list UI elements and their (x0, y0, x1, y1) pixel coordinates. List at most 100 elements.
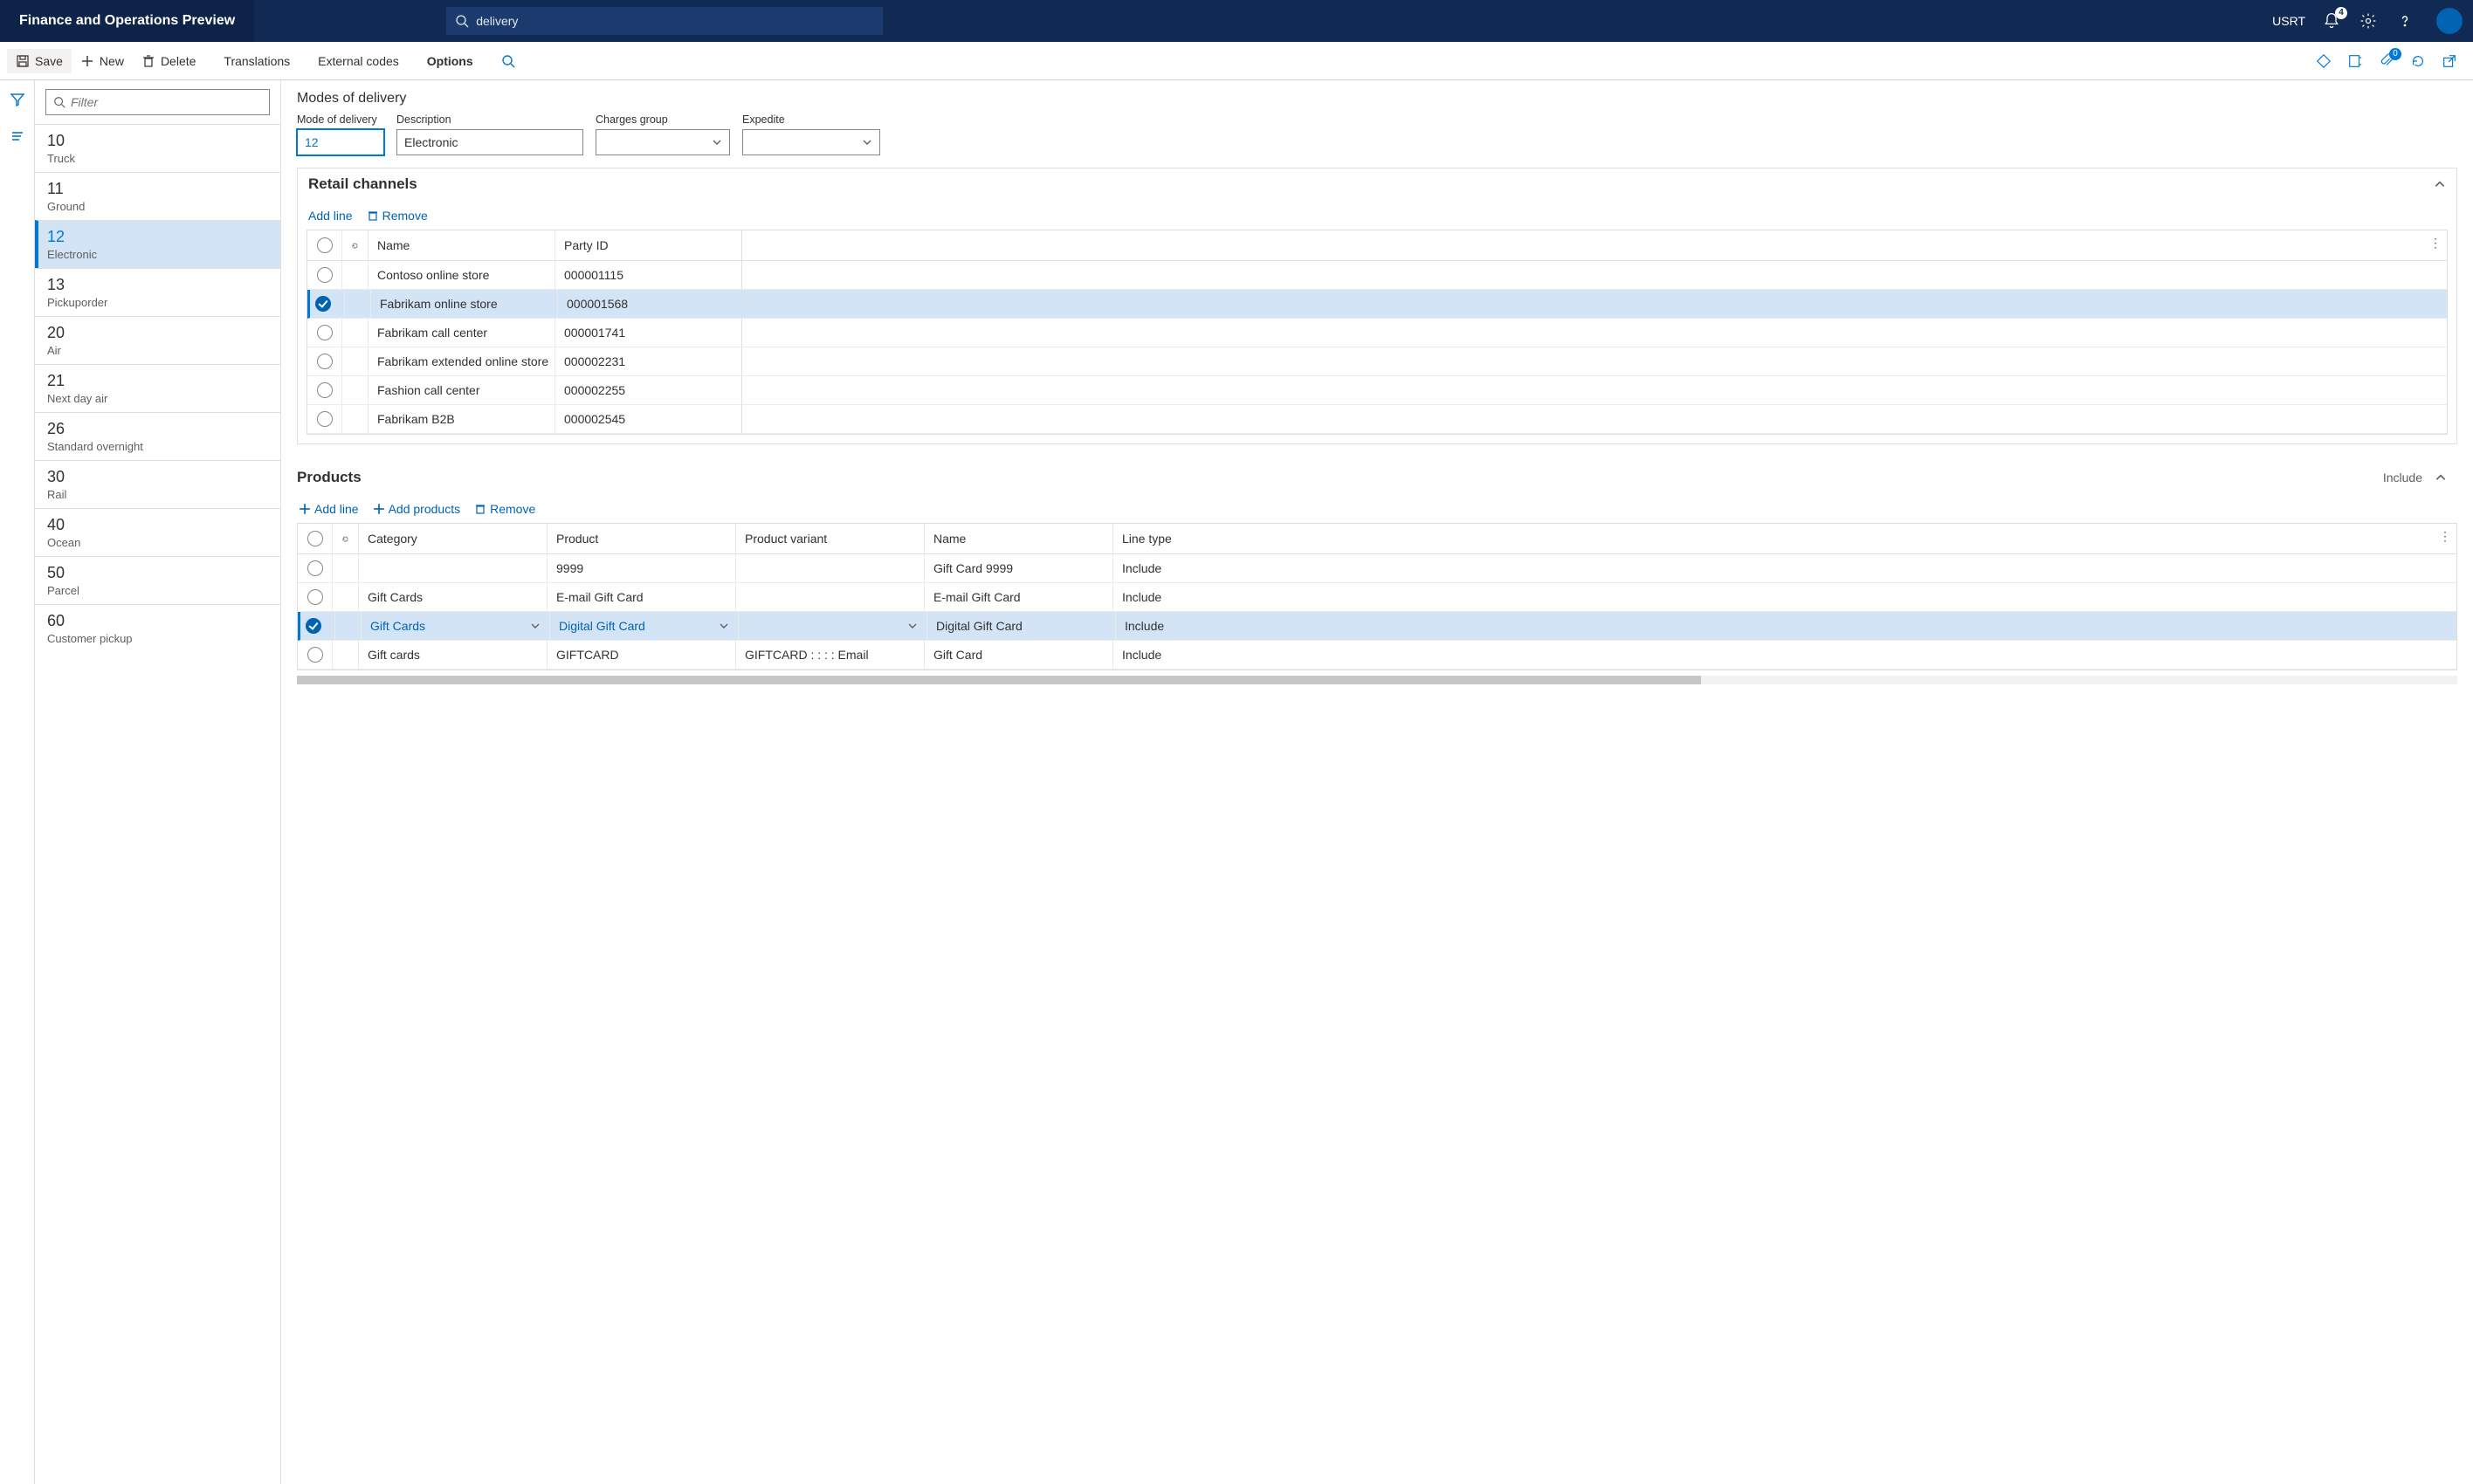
table-row[interactable]: Fabrikam online store 000001568 (307, 290, 2447, 319)
p-col-refresh[interactable] (333, 524, 359, 553)
table-row[interactable]: Fashion call center 000002255 (307, 376, 2447, 405)
table-row[interactable]: Fabrikam B2B 000002545 (307, 405, 2447, 434)
products-header[interactable]: Products Include (297, 462, 2457, 493)
rc-name-cell[interactable]: Contoso online store (369, 261, 555, 289)
row-select[interactable] (300, 612, 335, 640)
popout-button[interactable] (2440, 52, 2459, 71)
p-col-variant[interactable]: Product variant (736, 524, 925, 553)
rc-name-cell[interactable]: Fabrikam B2B (369, 405, 555, 433)
translations-button[interactable]: Translations (215, 49, 299, 73)
rc-name-cell[interactable]: Fabrikam online store (371, 290, 558, 318)
expedite-dropdown[interactable] (742, 129, 880, 155)
row-select[interactable] (307, 405, 342, 433)
retail-channels-header[interactable]: Retail channels (298, 168, 2456, 200)
row-select[interactable] (298, 641, 333, 669)
p-product-cell[interactable]: 9999 (548, 554, 736, 582)
rc-name-cell[interactable]: Fabrikam extended online store (369, 347, 555, 375)
table-row[interactable]: Fabrikam call center 000001741 (307, 319, 2447, 347)
office-button[interactable] (2346, 52, 2365, 71)
row-select[interactable] (307, 347, 342, 375)
sidebar-item[interactable]: 12 Electronic (35, 220, 280, 268)
rc-name-cell[interactable]: Fabrikam call center (369, 319, 555, 347)
rc-remove-button[interactable]: Remove (367, 209, 428, 223)
p-product-cell[interactable]: E-mail Gift Card (548, 583, 736, 611)
notifications-button[interactable]: 4 (2321, 10, 2342, 31)
p-linetype-cell[interactable]: Include (1113, 583, 1187, 611)
rc-party-cell[interactable]: 000002545 (555, 405, 742, 433)
p-category-cell[interactable]: Gift Cards (359, 583, 548, 611)
external-codes-button[interactable]: External codes (309, 49, 408, 73)
filter-pane-button[interactable] (7, 89, 28, 110)
p-linetype-cell[interactable]: Include (1113, 554, 1187, 582)
p-add-line-button[interactable]: Add line (299, 502, 359, 516)
p-name-cell[interactable]: Digital Gift Card (927, 612, 1116, 640)
sidebar-item[interactable]: 50 Parcel (35, 556, 280, 604)
row-select[interactable] (307, 261, 342, 289)
row-select[interactable] (298, 554, 333, 582)
legal-entity[interactable]: USRT (2272, 14, 2305, 28)
rc-party-cell[interactable]: 000002255 (555, 376, 742, 404)
p-col-linetype[interactable]: Line type (1113, 524, 1187, 553)
delete-button[interactable]: Delete (133, 49, 204, 73)
p-name-cell[interactable]: E-mail Gift Card (925, 583, 1113, 611)
mode-of-delivery-input[interactable]: 12 (297, 129, 384, 155)
sidebar-item[interactable]: 13 Pickuporder (35, 268, 280, 316)
p-variant-cell[interactable] (736, 554, 925, 582)
help-button[interactable] (2394, 10, 2415, 31)
options-button[interactable]: Options (418, 49, 482, 73)
list-toggle-button[interactable] (7, 126, 28, 147)
products-hscroll[interactable] (297, 676, 2457, 684)
table-row[interactable]: Contoso online store 000001115 (307, 261, 2447, 290)
sidebar-item[interactable]: 30 Rail (35, 460, 280, 508)
row-select[interactable] (307, 319, 342, 347)
p-col-select[interactable] (298, 524, 333, 553)
row-select[interactable] (307, 376, 342, 404)
rc-grid-more[interactable]: ⋮ (2429, 236, 2442, 251)
rc-party-cell[interactable]: 000001568 (558, 290, 745, 318)
sidebar-item[interactable]: 40 Ocean (35, 508, 280, 556)
rc-add-line-button[interactable]: Add line (308, 209, 353, 223)
sidebar-filter-input[interactable] (71, 95, 262, 109)
sidebar-item[interactable]: 20 Air (35, 316, 280, 364)
sidebar-item[interactable]: 21 Next day air (35, 364, 280, 412)
charges-group-dropdown[interactable] (596, 129, 730, 155)
table-row[interactable]: Gift Cards E-mail Gift Card E-mail Gift … (298, 583, 2456, 612)
p-col-name[interactable]: Name (925, 524, 1113, 553)
rc-party-cell[interactable]: 000001741 (555, 319, 742, 347)
attachments-button[interactable]: 0 (2377, 52, 2396, 71)
rc-col-party[interactable]: Party ID (555, 230, 742, 260)
sidebar-item[interactable]: 11 Ground (35, 172, 280, 220)
p-linetype-cell[interactable]: Include (1116, 612, 1189, 640)
p-remove-button[interactable]: Remove (474, 502, 535, 516)
p-grid-more[interactable]: ⋮ (2439, 529, 2451, 544)
p-add-products-button[interactable]: Add products (373, 502, 461, 516)
p-product-cell[interactable]: Digital Gift Card (550, 612, 739, 640)
rc-party-cell[interactable]: 000002231 (555, 347, 742, 375)
row-select[interactable] (310, 290, 345, 318)
p-category-cell[interactable]: Gift Cards (362, 612, 550, 640)
p-name-cell[interactable]: Gift Card (925, 641, 1113, 669)
rc-col-select[interactable] (307, 230, 342, 260)
sidebar-filter[interactable] (45, 89, 270, 115)
p-variant-cell[interactable] (736, 583, 925, 611)
table-row[interactable]: Gift cards GIFTCARD GIFTCARD : : : : Ema… (298, 641, 2456, 670)
global-search[interactable]: delivery (446, 7, 883, 35)
actionbar-search-button[interactable] (493, 49, 524, 73)
p-col-category[interactable]: Category (359, 524, 548, 553)
p-category-cell[interactable]: Gift cards (359, 641, 548, 669)
table-row[interactable]: 9999 Gift Card 9999 Include (298, 554, 2456, 583)
save-button[interactable]: Save (7, 49, 72, 73)
description-input[interactable]: Electronic (396, 129, 583, 155)
refresh-button[interactable] (2408, 52, 2428, 71)
p-variant-cell[interactable]: GIFTCARD : : : : Email (736, 641, 925, 669)
p-linetype-cell[interactable]: Include (1113, 641, 1187, 669)
p-col-product[interactable]: Product (548, 524, 736, 553)
rc-col-name[interactable]: Name (369, 230, 555, 260)
rc-col-refresh[interactable] (342, 230, 369, 260)
p-category-cell[interactable] (359, 554, 548, 582)
sidebar-item[interactable]: 60 Customer pickup (35, 604, 280, 652)
settings-button[interactable] (2358, 10, 2379, 31)
rc-party-cell[interactable]: 000001115 (555, 261, 742, 289)
user-avatar[interactable] (2436, 8, 2463, 34)
p-product-cell[interactable]: GIFTCARD (548, 641, 736, 669)
